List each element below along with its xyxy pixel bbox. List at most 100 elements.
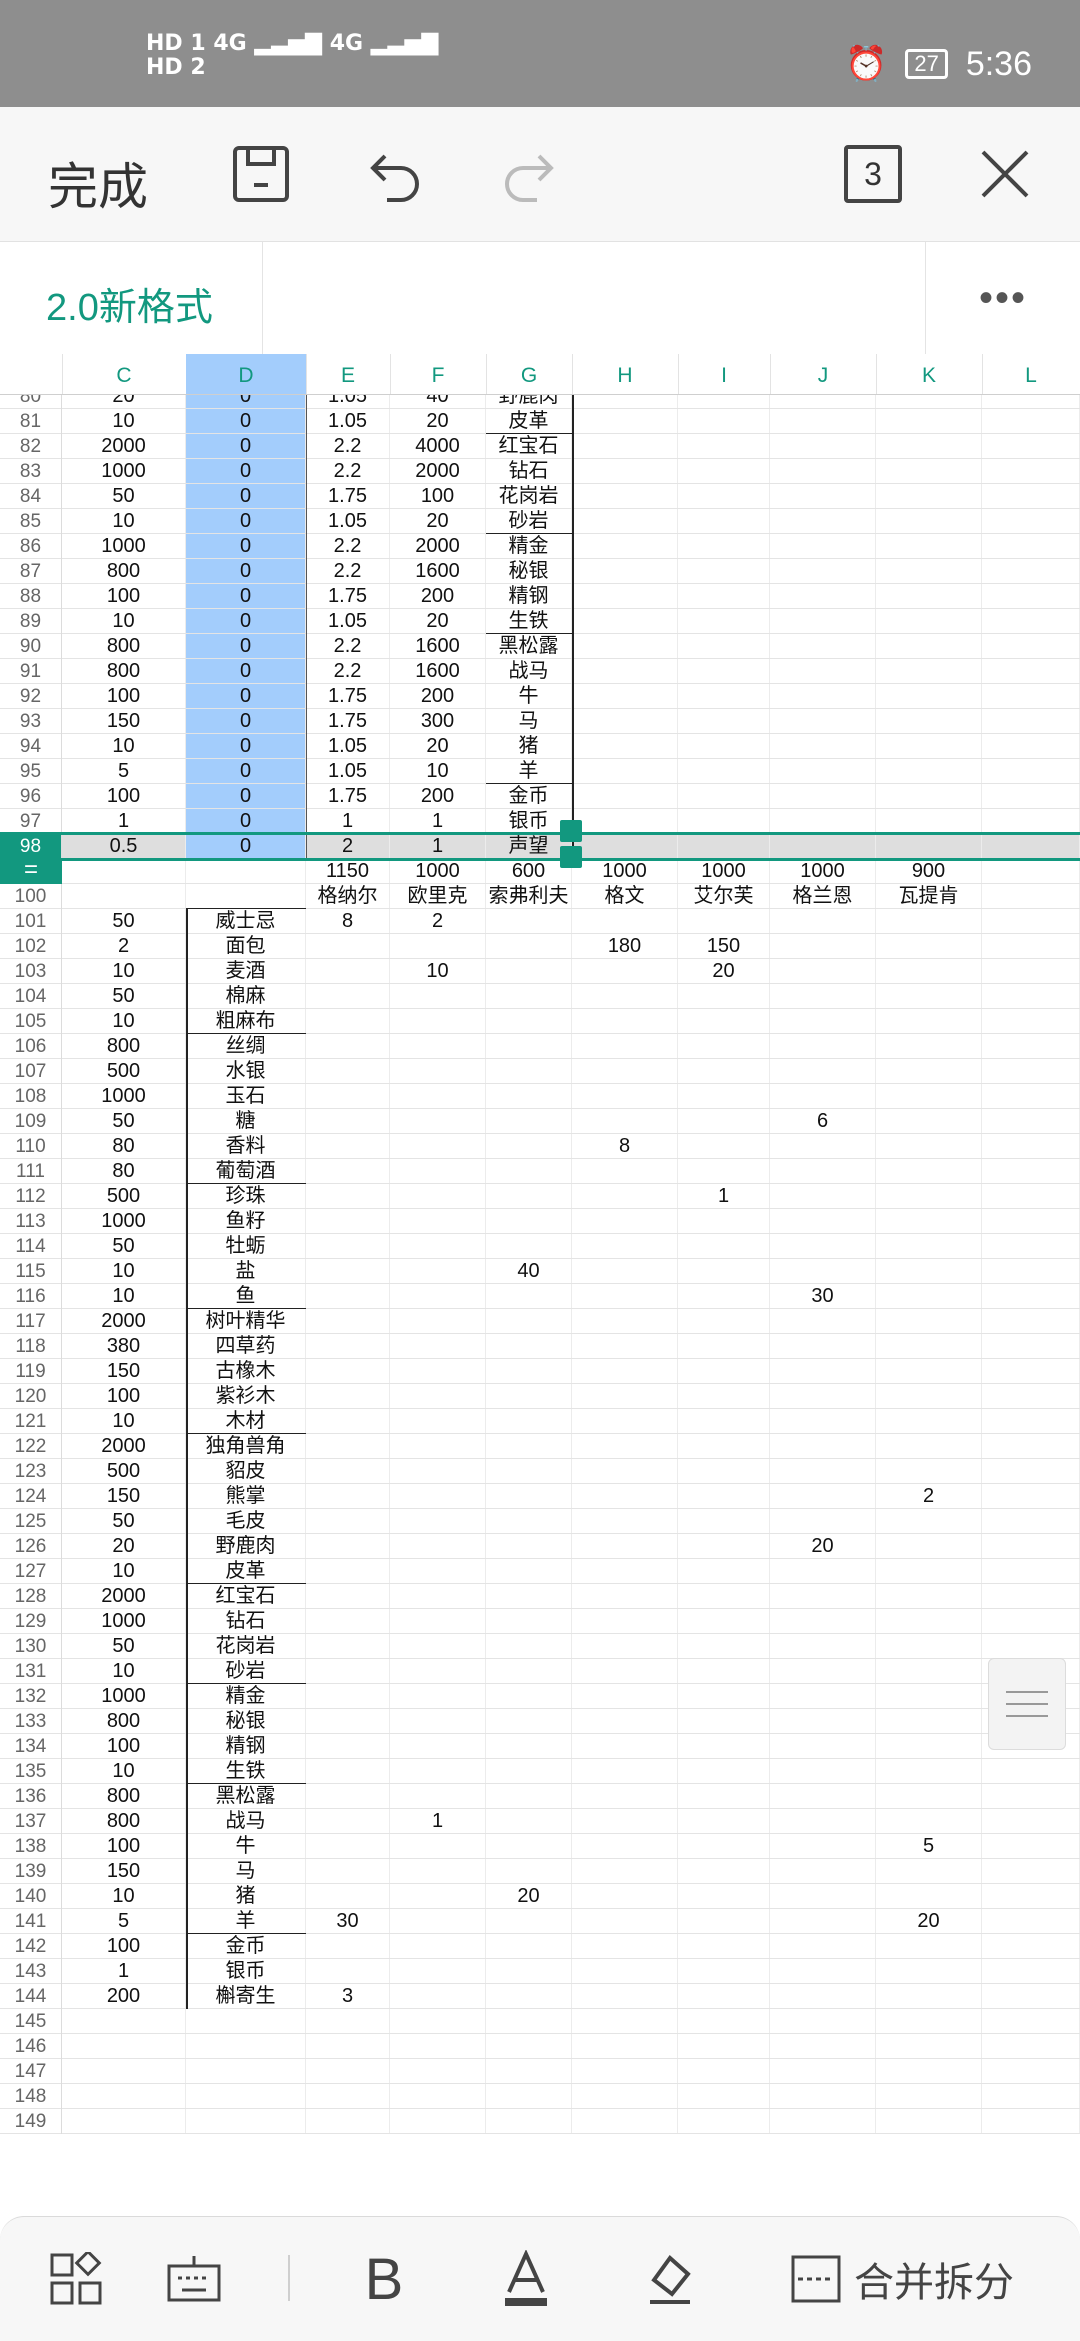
cell-g[interactable] (486, 1034, 572, 1058)
fill-color-icon[interactable] (640, 2247, 700, 2311)
cell-h[interactable] (572, 409, 678, 433)
cell-e[interactable] (306, 1434, 390, 1458)
cell-l[interactable] (982, 509, 1080, 533)
cell-d[interactable]: 0 (186, 409, 306, 433)
cell-i[interactable] (678, 1884, 770, 1908)
cell-f[interactable] (390, 1734, 486, 1758)
cell-i[interactable] (678, 534, 770, 558)
cell-k[interactable] (876, 1159, 982, 1183)
cell-h[interactable] (572, 484, 678, 508)
cell-i[interactable] (678, 1909, 770, 1933)
cell-d[interactable]: 0 (186, 559, 306, 583)
select-all-corner[interactable] (0, 354, 63, 394)
cell-k[interactable] (876, 1209, 982, 1233)
cell-k[interactable] (876, 509, 982, 533)
cell-c[interactable]: 150 (62, 1359, 186, 1383)
row-number[interactable]: 142 (0, 1934, 62, 1959)
cell-j[interactable] (770, 1334, 876, 1358)
cell-i[interactable] (678, 1834, 770, 1858)
cell-c[interactable] (62, 2034, 186, 2058)
cell-h[interactable] (572, 734, 678, 758)
cell-k[interactable] (876, 1684, 982, 1708)
cell-c[interactable]: 10 (62, 1559, 186, 1583)
cell-j[interactable] (770, 1884, 876, 1908)
cell-i[interactable] (678, 1759, 770, 1783)
row-number[interactable]: 131 (0, 1659, 62, 1684)
cell-k[interactable] (876, 1509, 982, 1533)
cell-i[interactable] (678, 659, 770, 683)
cell-g[interactable] (486, 1359, 572, 1383)
cell-i[interactable] (678, 1734, 770, 1758)
cell-c[interactable]: 1 (62, 1959, 186, 1983)
cell-f[interactable]: 1 (390, 1809, 486, 1833)
cell-e[interactable] (306, 2109, 390, 2133)
cell-f[interactable] (390, 2034, 486, 2058)
cell-d[interactable]: 0 (186, 784, 306, 808)
row-number[interactable]: 132 (0, 1684, 62, 1709)
cell-k[interactable] (876, 934, 982, 958)
cell-g[interactable]: 钻石 (486, 459, 572, 483)
cell-j[interactable] (770, 1434, 876, 1458)
cell-f[interactable] (390, 1009, 486, 1033)
cell-d[interactable]: 鱼籽 (186, 1209, 306, 1233)
cell-d[interactable]: 皮革 (186, 1559, 306, 1583)
cell-k[interactable] (876, 1109, 982, 1133)
cell-d[interactable]: 红宝石 (186, 1584, 306, 1608)
cell-i[interactable] (678, 1334, 770, 1358)
cell-i[interactable] (678, 1009, 770, 1033)
cell-d[interactable]: 树叶精华 (186, 1309, 306, 1333)
cell-c[interactable]: 100 (62, 1934, 186, 1958)
cell-d[interactable]: 0 (186, 759, 306, 783)
row-number[interactable]: 81 (0, 409, 62, 434)
cell-k[interactable] (876, 1859, 982, 1883)
cell-e[interactable] (306, 1634, 390, 1658)
cell-j[interactable] (770, 1159, 876, 1183)
cell-g[interactable] (486, 1759, 572, 1783)
cell-e[interactable] (306, 1184, 390, 1208)
column-header-h[interactable]: H (572, 354, 679, 394)
cell-i[interactable] (678, 1359, 770, 1383)
cell-l[interactable] (982, 859, 1080, 883)
cell-f[interactable]: 300 (390, 709, 486, 733)
cell-e[interactable] (306, 2034, 390, 2058)
cell-g[interactable] (486, 1684, 572, 1708)
cell-l[interactable] (982, 1134, 1080, 1158)
cell-k[interactable] (876, 1734, 982, 1758)
cell-j[interactable] (770, 1809, 876, 1833)
cell-j[interactable] (770, 1209, 876, 1233)
cell-j[interactable] (770, 459, 876, 483)
cell-d[interactable]: 紫衫木 (186, 1384, 306, 1408)
cell-f[interactable] (390, 1084, 486, 1108)
cell-g[interactable] (486, 909, 572, 933)
cell-i[interactable] (678, 1984, 770, 2008)
cell-l[interactable] (982, 1609, 1080, 1633)
cell-i[interactable] (678, 2084, 770, 2108)
row-number[interactable]: 111 (0, 1159, 62, 1184)
cell-f[interactable] (390, 1334, 486, 1358)
cell-f[interactable] (390, 1609, 486, 1633)
merge-split-button[interactable]: 合并拆分 (790, 2247, 1050, 2311)
cell-i[interactable] (678, 709, 770, 733)
cell-l[interactable] (982, 1834, 1080, 1858)
cell-k[interactable] (876, 1959, 982, 1983)
cell-g[interactable] (486, 1234, 572, 1258)
cell-i[interactable] (678, 1234, 770, 1258)
cell-l[interactable] (982, 484, 1080, 508)
cell-k[interactable] (876, 834, 982, 858)
cell-k[interactable] (876, 1534, 982, 1558)
cell-d[interactable]: 战马 (186, 1809, 306, 1833)
cell-h[interactable] (572, 1909, 678, 1933)
cell-e[interactable] (306, 1259, 390, 1283)
cell-c[interactable]: 50 (62, 1634, 186, 1658)
cell-g[interactable] (486, 2034, 572, 2058)
row-number[interactable]: 130 (0, 1634, 62, 1659)
cell-c[interactable]: 200 (62, 1984, 186, 2008)
column-header-c[interactable]: C (62, 354, 187, 394)
cell-j[interactable]: 20 (770, 1534, 876, 1558)
cell-l[interactable] (982, 559, 1080, 583)
cell-c[interactable]: 800 (62, 559, 186, 583)
cell-h[interactable] (572, 2059, 678, 2083)
cell-l[interactable] (982, 759, 1080, 783)
cell-d[interactable]: 0 (186, 734, 306, 758)
row-number[interactable]: 100 (0, 884, 62, 909)
